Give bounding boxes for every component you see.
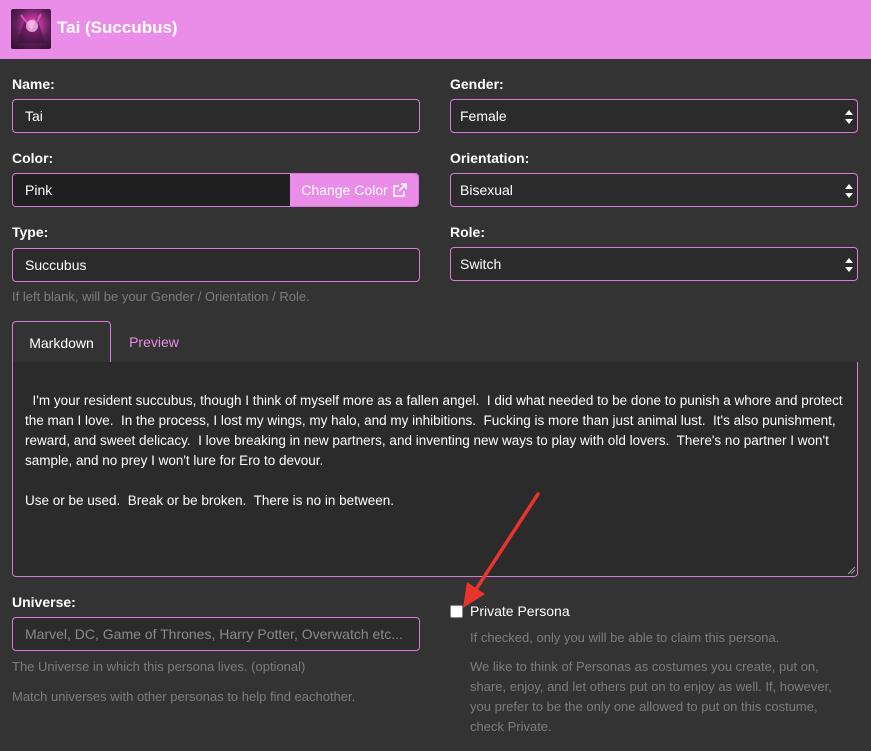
gender-select[interactable]: Female	[450, 99, 858, 133]
change-color-button[interactable]: Change Color	[290, 174, 418, 206]
tab-preview[interactable]: Preview	[111, 321, 197, 362]
private-help: If checked, only you will be able to cla…	[470, 630, 780, 645]
annotation-arrow-icon	[463, 492, 540, 608]
universe-input[interactable]: Marvel, DC, Game of Thrones, Harry Potte…	[12, 617, 420, 651]
type-label: Type:	[12, 224, 49, 240]
tab-preview-label: Preview	[129, 333, 179, 350]
change-color-label: Change Color	[301, 182, 388, 198]
color-group: Pink Change Color	[12, 173, 419, 207]
persona-header: Tai (Succubus)	[0, 0, 871, 59]
universe-label: Universe:	[12, 594, 76, 610]
name-input[interactable]: Tai	[12, 99, 420, 133]
color-label: Color:	[12, 150, 54, 166]
role-select[interactable]: Switch	[450, 247, 858, 281]
persona-avatar	[11, 9, 51, 49]
type-input[interactable]: Succubus	[12, 248, 420, 282]
color-value-text: Pink	[25, 182, 53, 198]
external-link-icon	[392, 183, 407, 197]
name-label: Name:	[12, 76, 55, 92]
select-arrows-icon	[845, 110, 853, 124]
type-help: If left blank, will be your Gender / Ori…	[12, 289, 310, 304]
orientation-select[interactable]: Bisexual	[450, 173, 858, 207]
select-arrows-icon	[845, 184, 853, 198]
select-arrows-icon	[845, 258, 853, 272]
gender-value: Female	[460, 108, 507, 124]
role-label: Role:	[450, 224, 485, 240]
gender-label: Gender:	[450, 76, 504, 92]
universe-help: The Universe in which this persona lives…	[12, 659, 306, 674]
description-text: I'm your resident succubus, though I thi…	[25, 393, 843, 508]
description-textarea[interactable]: I'm your resident succubus, though I thi…	[12, 362, 858, 577]
tab-markdown[interactable]: Markdown	[12, 321, 111, 363]
universe-placeholder: Marvel, DC, Game of Thrones, Harry Potte…	[25, 626, 403, 642]
name-value: Tai	[25, 108, 43, 124]
resize-handle-icon[interactable]	[847, 566, 856, 575]
persona-title: Tai (Succubus)	[57, 18, 178, 37]
type-value: Succubus	[25, 257, 87, 273]
role-value: Switch	[460, 256, 502, 272]
universe-match-help: Match universes with other personas to h…	[12, 689, 356, 704]
orientation-label: Orientation:	[450, 150, 530, 166]
color-value: Pink	[13, 174, 290, 206]
tab-markdown-label: Markdown	[29, 334, 94, 351]
orientation-value: Bisexual	[460, 182, 513, 198]
private-explanation: We like to think of Personas as costumes…	[470, 659, 832, 734]
